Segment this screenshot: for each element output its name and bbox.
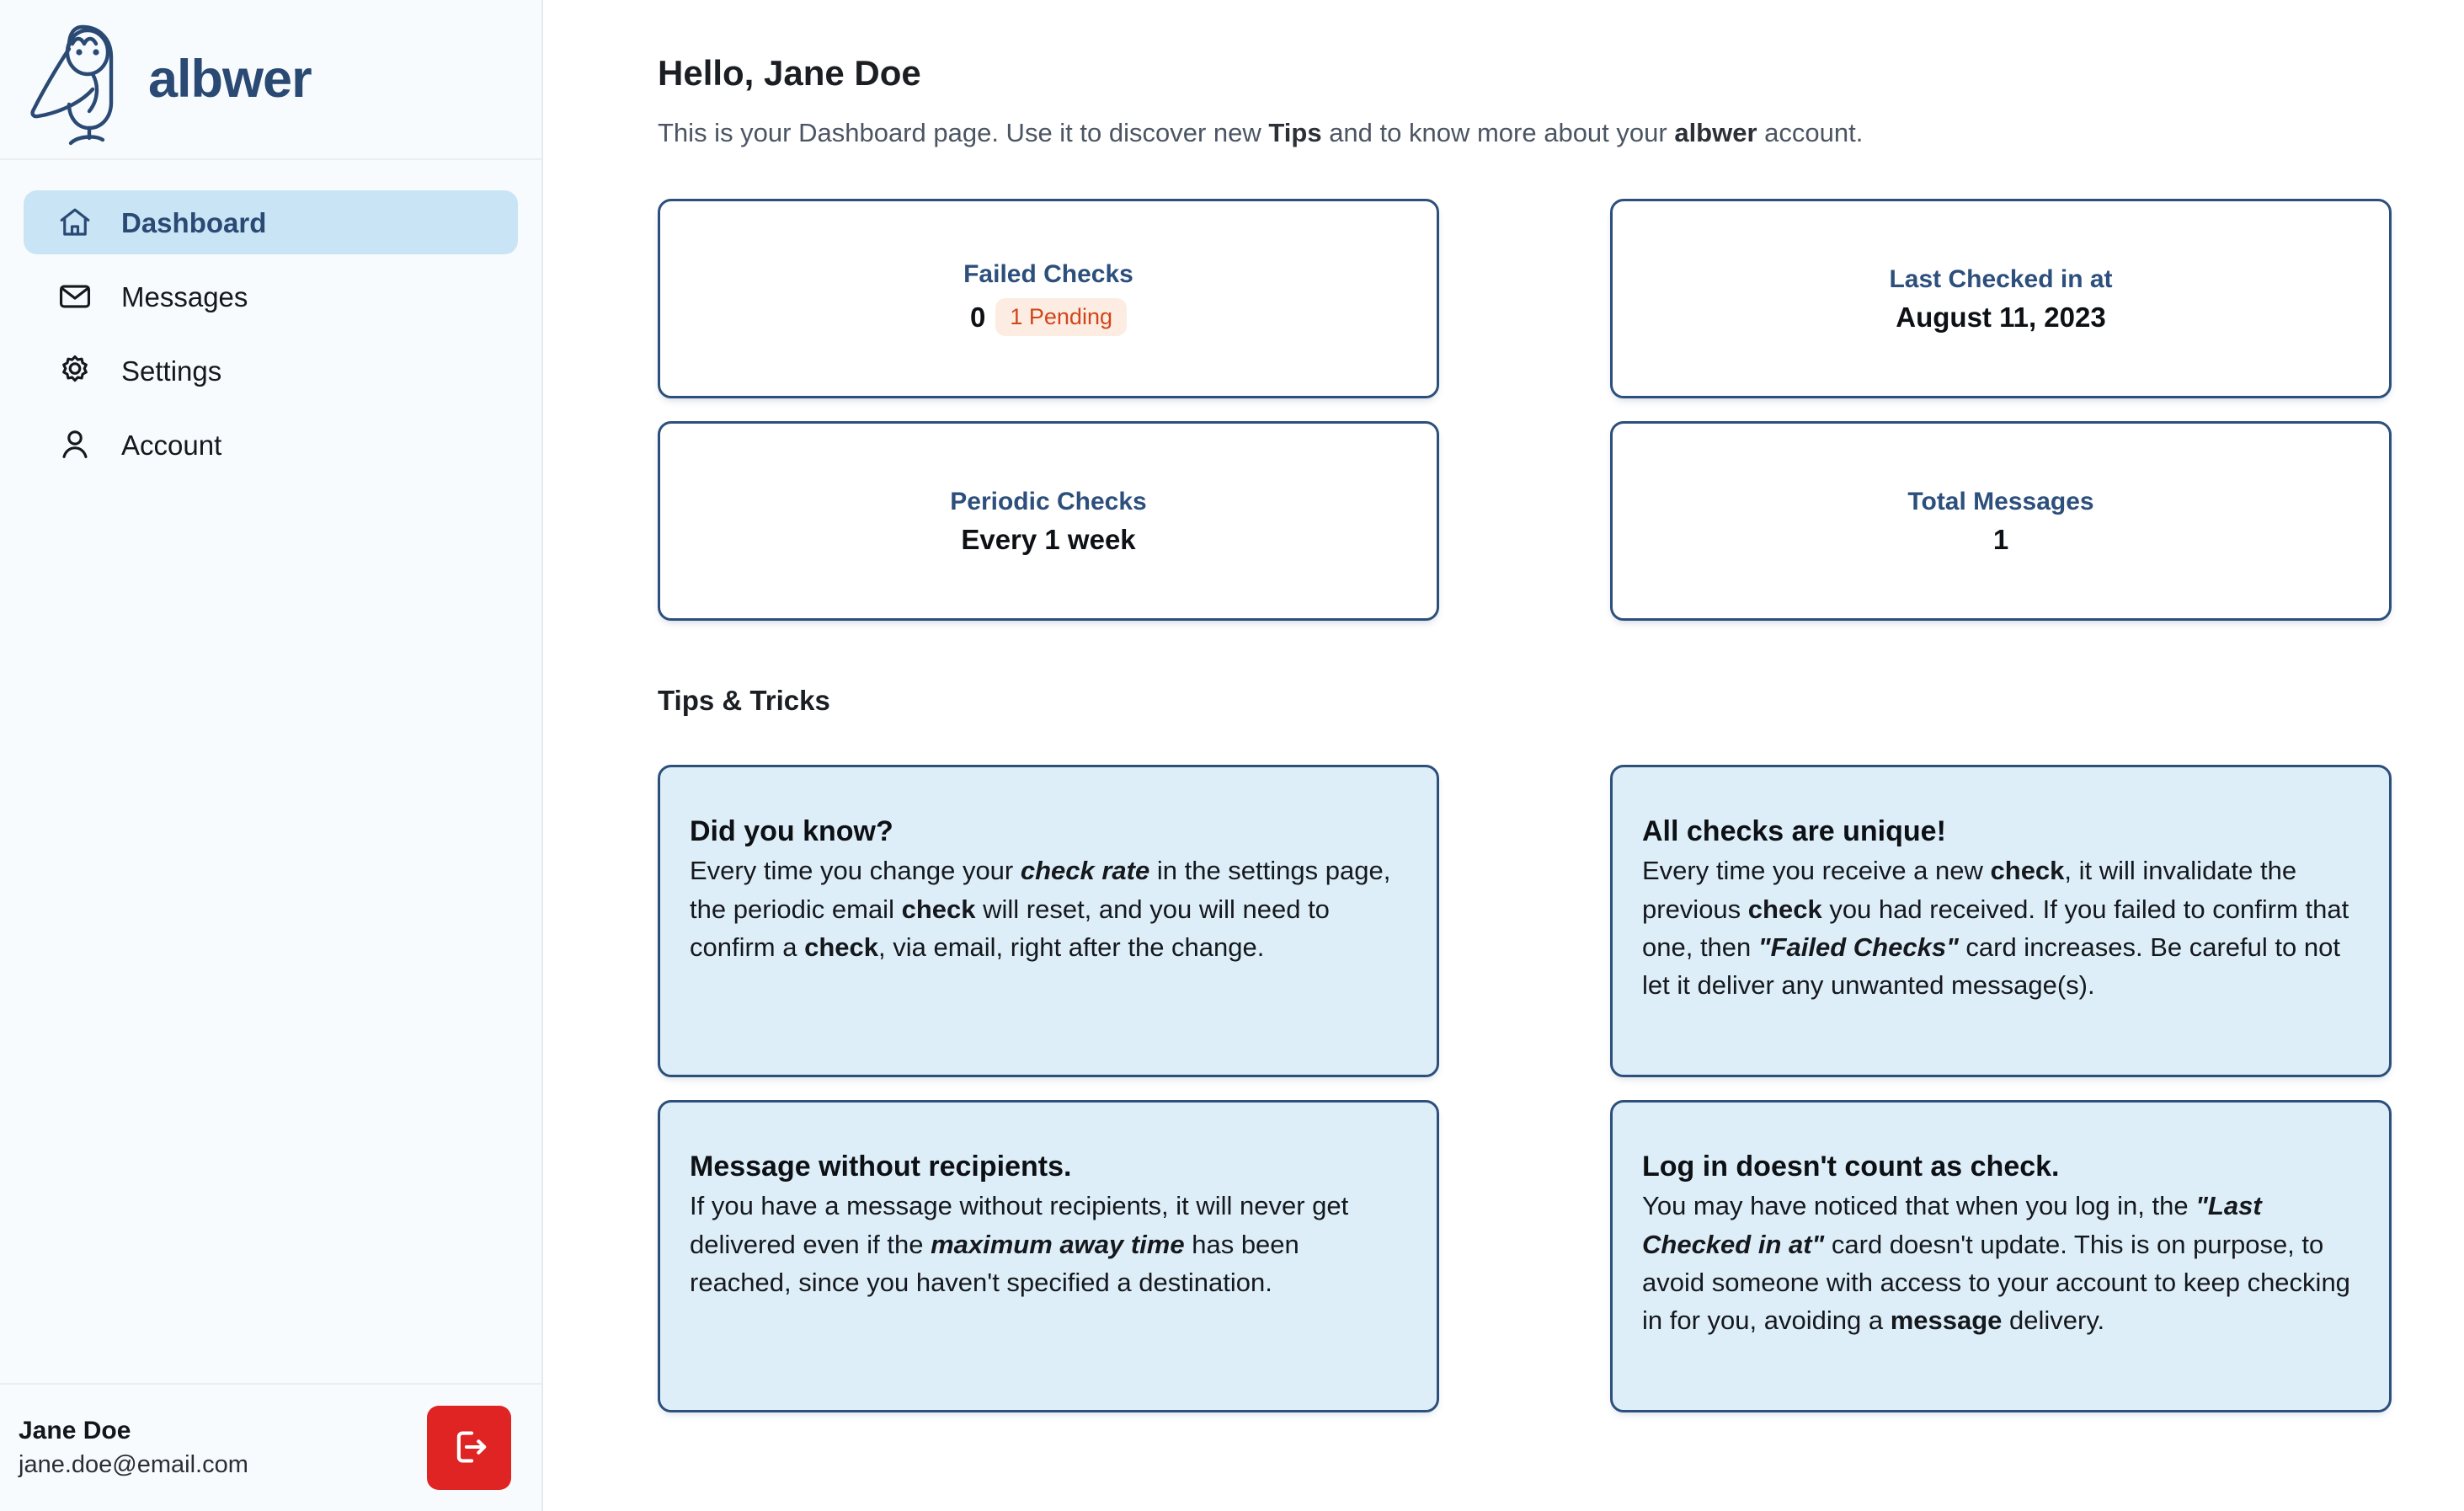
stat-label: Periodic Checks — [950, 487, 1147, 515]
status-badge: 1 Pending — [995, 297, 1127, 336]
subtitle-text-1: This is your Dashboard page. Use it to d… — [658, 118, 1269, 148]
subtitle-bold-tips: Tips — [1268, 118, 1322, 148]
tip-card-all-checks-unique: All checks are unique! Every time you re… — [1610, 765, 2392, 1078]
sidebar-user-bar: Jane Doe jane.doe@email.com — [0, 1383, 541, 1511]
tip-strong: message — [1890, 1305, 2003, 1336]
tip-card-message-without-recipients: Message without recipients. If you have … — [658, 1100, 1439, 1413]
tip-body: Every time you receive a new check, it w… — [1642, 852, 2360, 1004]
stat-label: Last Checked in at — [1889, 264, 2113, 293]
stat-value: August 11, 2023 — [1896, 301, 2106, 333]
tip-body: Every time you change your check rate in… — [690, 852, 1407, 966]
sidebar-item-label: Dashboard — [121, 206, 267, 238]
subtitle-text-2: and to know more about your — [1321, 118, 1675, 148]
tip-strong: check — [901, 894, 976, 924]
page-title: Hello, Jane Doe — [658, 53, 921, 93]
tip-title: Message without recipients. — [690, 1151, 1072, 1183]
tip-strong: check — [1747, 894, 1822, 924]
logout-button[interactable] — [427, 1406, 511, 1490]
subtitle-bold-albwer: albwer — [1674, 118, 1757, 148]
tip-body: If you have a message without recipients… — [690, 1187, 1407, 1301]
sidebar-item-account[interactable]: Account — [24, 413, 518, 477]
stat-card-periodic-checks: Periodic Checks Every 1 week — [658, 421, 1439, 622]
sidebar-item-label: Messages — [121, 280, 248, 312]
envelope-icon — [56, 277, 94, 316]
tip-emphasis: maximum away time — [931, 1229, 1185, 1259]
tip-emphasis: "Failed Checks" — [1757, 932, 1959, 962]
logout-icon — [447, 1425, 491, 1471]
tip-text: , via email, right after the change. — [878, 932, 1265, 962]
main-content: Hello, Jane Doe This is your Dashboard p… — [543, 0, 2464, 1511]
user-email: jane.doe@email.com — [19, 1450, 248, 1478]
sidebar: albwer Dashboard Messages Settings Accou… — [0, 0, 543, 1511]
tip-strong: check — [1990, 856, 2065, 886]
stat-value: 0 — [970, 301, 986, 333]
sidebar-item-settings[interactable]: Settings — [24, 339, 518, 403]
stat-value-row: Every 1 week — [961, 526, 1135, 553]
tips-grid: Did you know? Every time you change your… — [658, 765, 2397, 1413]
page-subtitle: This is your Dashboard page. Use it to d… — [658, 115, 2397, 151]
sidebar-item-label: Account — [121, 429, 222, 461]
tip-text: delivery. — [2002, 1305, 2105, 1336]
tip-card-login-not-check: Log in doesn't count as check. You may h… — [1610, 1100, 2392, 1413]
tip-card-did-you-know: Did you know? Every time you change your… — [658, 765, 1439, 1078]
tip-text: Every time you receive a new — [1642, 856, 1991, 886]
sidebar-nav: Dashboard Messages Settings Account — [0, 160, 541, 477]
stats-grid: Failed Checks 0 1 Pending Last Checked i… — [658, 199, 2397, 622]
tip-text: Every time you change your — [690, 856, 1021, 886]
stat-card-total-messages: Total Messages 1 — [1610, 421, 2392, 622]
tip-body: You may have noticed that when you log i… — [1642, 1187, 2360, 1339]
stat-value: Every 1 week — [961, 523, 1136, 555]
app-root: albwer Dashboard Messages Settings Accou… — [0, 0, 2464, 1511]
stat-value: 1 — [1992, 523, 2009, 555]
tip-text: You may have noticed that when you log i… — [1642, 1191, 2196, 1221]
user-name: Jane Doe — [19, 1417, 131, 1445]
gear-icon — [56, 351, 94, 390]
stat-label: Total Messages — [1907, 487, 2094, 515]
tip-title: Did you know? — [690, 815, 893, 848]
brand-header: albwer — [0, 0, 541, 160]
tip-strong: check — [804, 932, 879, 962]
sidebar-item-label: Settings — [121, 355, 222, 387]
user-icon — [56, 425, 94, 464]
tip-title: Log in doesn't count as check. — [1642, 1151, 2060, 1183]
tips-section-title: Tips & Tricks — [658, 685, 830, 717]
stat-value-row: August 11, 2023 — [1896, 303, 2105, 331]
user-info: Jane Doe jane.doe@email.com — [19, 1414, 427, 1482]
stat-label: Failed Checks — [963, 259, 1133, 288]
subtitle-text-3: account. — [1757, 118, 1864, 148]
stat-value-row: 0 1 Pending — [970, 297, 1127, 336]
tip-title: All checks are unique! — [1642, 815, 1946, 848]
sidebar-item-messages[interactable]: Messages — [24, 264, 518, 328]
brand-name: albwer — [148, 49, 312, 109]
stat-card-failed-checks: Failed Checks 0 1 Pending — [658, 199, 1439, 399]
stat-value-row: 1 — [1993, 526, 2008, 553]
stat-card-last-checked-in: Last Checked in at August 11, 2023 — [1610, 199, 2392, 399]
tip-emphasis: check rate — [1020, 856, 1150, 886]
owl-logo-icon — [22, 12, 140, 147]
home-icon — [56, 203, 94, 242]
sidebar-item-dashboard[interactable]: Dashboard — [24, 190, 518, 254]
